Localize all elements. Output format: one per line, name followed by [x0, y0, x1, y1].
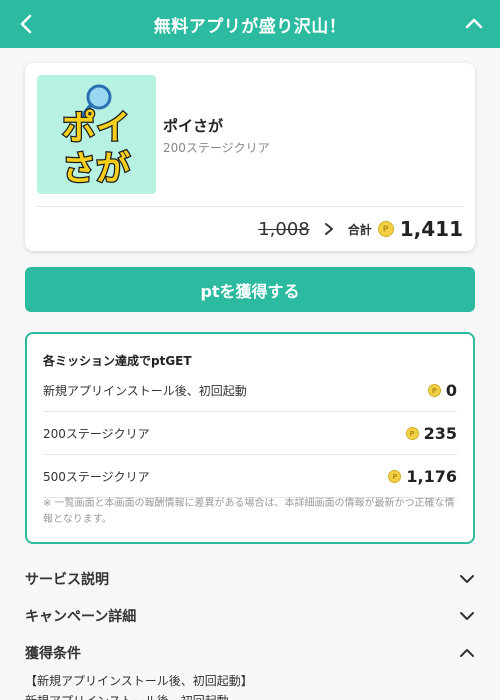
chevron-down-icon [460, 612, 474, 620]
mission-points: 235 [405, 424, 457, 443]
app-logo: ポイ さが [37, 75, 156, 194]
reward-notice: ※ 一覧画面と本画面の報酬情報に差異がある場合は、本詳細画面の情報が最新かつ正確… [43, 498, 455, 525]
logo-text-top: ポイ [62, 108, 130, 148]
coin-icon [427, 384, 441, 397]
mission-label: 500ステージクリア [43, 470, 150, 484]
coin-icon [405, 427, 419, 440]
accordion-label: サービス説明 [25, 572, 109, 588]
back-arrow-icon[interactable] [16, 12, 38, 36]
total-label: 合計 [347, 222, 372, 237]
logo-text-bottom: さが [62, 149, 130, 189]
app-card: ポイ さが ポイさが 200ステージクリア 1,008 合計 1,411 [25, 63, 475, 251]
conditions-heading: 【新規アプリインストール後、初回起動】 [25, 674, 253, 688]
mission-points: 0 [427, 381, 457, 400]
mission-row: 200ステージクリア 235 [43, 413, 457, 455]
chevron-down-icon [460, 575, 474, 583]
points-summary: 1,008 合計 1,411 [258, 214, 463, 244]
old-points: 1,008 [258, 218, 310, 240]
get-points-button[interactable]: ptを獲得する [25, 267, 475, 312]
app-header: 無料アプリが盛り沢山！ [0, 0, 500, 48]
coin-icon [377, 221, 394, 237]
divider [37, 206, 463, 207]
accordion-label: 獲得条件 [25, 646, 81, 662]
mission-row: 新規アプリインストール後、初回起動 0 [43, 370, 457, 412]
accordion-service[interactable]: サービス説明 [25, 565, 475, 593]
app-subtitle: 200ステージクリア [163, 141, 270, 155]
mission-points-value: 0 [445, 381, 457, 400]
missions-panel: 各ミッション達成でptGET 新規アプリインストール後、初回起動 0 200ステ… [25, 332, 475, 544]
missions-title: 各ミッション達成でptGET [43, 354, 192, 368]
app-name: ポイさが [163, 117, 224, 135]
conditions-text: 新規アプリインストール後、初回起動 [25, 692, 229, 700]
chevron-right-icon [324, 223, 333, 235]
accordion-conditions[interactable]: 獲得条件 [25, 639, 475, 667]
coin-icon [388, 470, 402, 483]
chevron-up-icon[interactable] [462, 12, 486, 36]
mission-label: 200ステージクリア [43, 427, 150, 441]
header-title: 無料アプリが盛り沢山！ [153, 16, 347, 37]
accordion-campaign[interactable]: キャンペーン詳細 [25, 602, 475, 630]
mission-label: 新規アプリインストール後、初回起動 [43, 384, 247, 398]
mission-points-value: 1,176 [406, 467, 457, 486]
accordion-label: キャンペーン詳細 [25, 609, 137, 625]
mission-row: 500ステージクリア 1,176 [43, 456, 457, 498]
chevron-up-icon [460, 649, 474, 657]
mission-points: 1,176 [388, 467, 457, 486]
mission-points-value: 235 [423, 424, 457, 443]
app-logo-image: ポイ さが [61, 84, 131, 190]
total-points: 1,411 [399, 217, 463, 241]
